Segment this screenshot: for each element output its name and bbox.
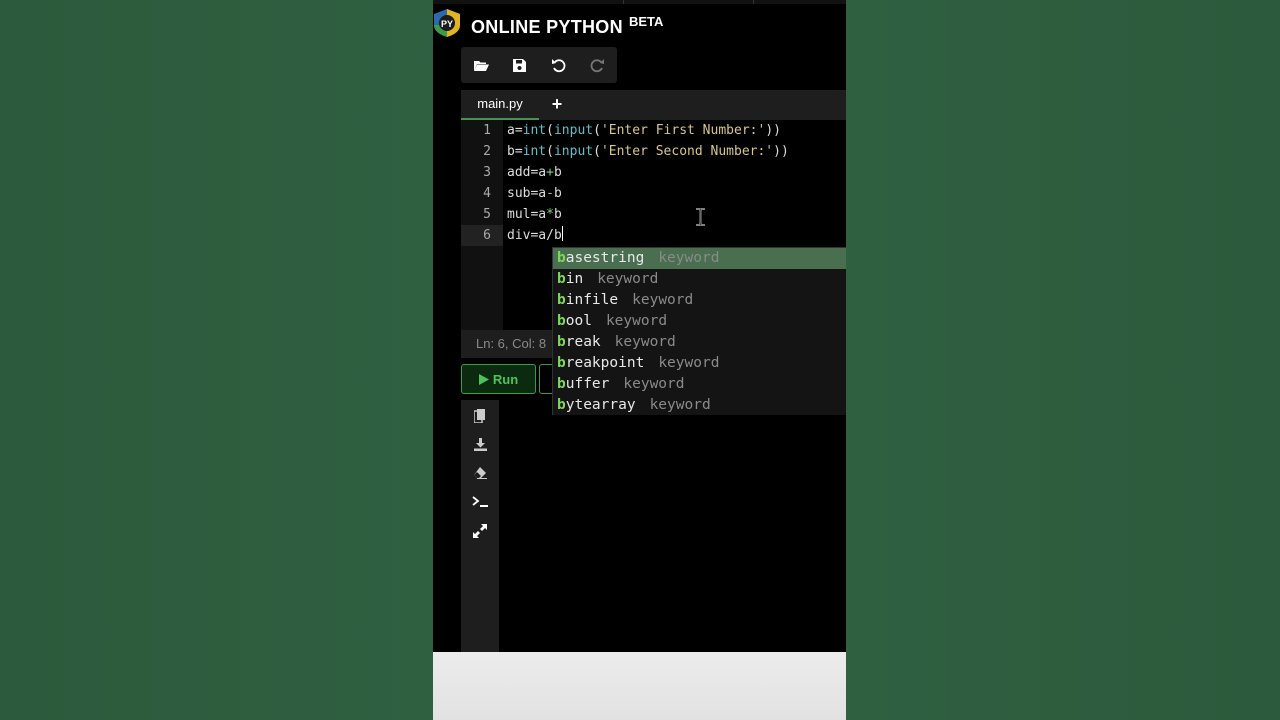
code-line[interactable]: 4 sub=a-b	[461, 183, 846, 204]
code-text: add=a+b	[507, 165, 562, 180]
output-sidebar	[461, 400, 499, 652]
undo-icon	[552, 58, 566, 72]
autocomplete-item[interactable]: breakpoint keyword	[553, 353, 846, 374]
copy-output-button[interactable]	[461, 402, 499, 430]
background-left	[0, 0, 433, 720]
python-logo-icon: PY	[434, 9, 460, 37]
download-output-button[interactable]	[461, 430, 499, 458]
code-text: div=a/b	[507, 226, 563, 243]
download-icon	[473, 437, 487, 451]
fullscreen-button[interactable]	[461, 517, 499, 545]
open-file-button[interactable]	[461, 47, 500, 83]
save-icon	[513, 58, 526, 72]
code-text: mul=a*b	[507, 207, 562, 222]
redo-icon	[590, 58, 604, 72]
play-icon	[478, 373, 489, 385]
beta-badge: BETA	[629, 14, 664, 29]
code-text: b=int(input('Enter Second Number:'))	[507, 144, 789, 159]
ibeam-cursor-icon	[696, 208, 705, 226]
save-button[interactable]	[500, 47, 539, 83]
page-footer	[433, 652, 846, 720]
terminal-icon	[472, 496, 488, 507]
autocomplete-item[interactable]: break keyword	[553, 332, 846, 353]
autocomplete-item[interactable]: bytearray keyword	[553, 395, 846, 416]
redo-button[interactable]	[578, 47, 617, 83]
line-number: 5	[483, 207, 491, 222]
add-tab-button[interactable]: +	[545, 90, 569, 120]
autocomplete-item[interactable]: bool keyword	[553, 311, 846, 332]
clear-output-button[interactable]	[461, 459, 499, 487]
autocomplete-item[interactable]: basestring keyword	[553, 248, 846, 269]
code-text: sub=a-b	[507, 186, 562, 201]
app-header: PY ONLINE PYTHON BETA	[433, 4, 846, 42]
file-tabs: main.py +	[461, 90, 846, 120]
line-number: 1	[483, 123, 491, 138]
run-button[interactable]: Run	[461, 364, 536, 394]
code-line[interactable]: 5 mul=a*b	[461, 204, 846, 225]
copy-icon	[474, 409, 485, 423]
line-number: 4	[483, 186, 491, 201]
tab-main-py[interactable]: main.py	[461, 90, 539, 120]
line-number: 3	[483, 165, 491, 180]
app-window: PY ONLINE PYTHON BETA main.py + 1 a=int(…	[433, 0, 846, 720]
app-title: ONLINE PYTHON	[471, 17, 623, 37]
line-number: 2	[483, 144, 491, 159]
undo-button[interactable]	[539, 47, 578, 83]
logo-text: PY	[441, 19, 453, 29]
code-line-active[interactable]: 6 div=a/b	[461, 225, 846, 246]
terminal-button[interactable]	[461, 488, 499, 516]
code-line[interactable]: 3 add=a+b	[461, 162, 846, 183]
autocomplete-popup: basestring keyword bin keyword binfile keyw…	[552, 247, 846, 415]
run-label: Run	[492, 371, 519, 387]
editor-toolbar	[461, 47, 617, 83]
folder-open-icon	[473, 60, 489, 71]
autocomplete-item[interactable]: bin keyword	[553, 269, 846, 290]
text-cursor	[561, 226, 563, 241]
line-number: 6	[461, 225, 503, 246]
autocomplete-item[interactable]: buffer keyword	[553, 374, 846, 395]
autocomplete-item[interactable]: binfile keyword	[553, 290, 846, 311]
expand-icon	[473, 524, 487, 538]
code-line[interactable]: 1 a=int(input('Enter First Number:'))	[461, 120, 846, 141]
background-right	[846, 0, 1280, 720]
eraser-icon	[474, 467, 487, 479]
code-text: a=int(input('Enter First Number:'))	[507, 123, 781, 138]
code-line[interactable]: 2 b=int(input('Enter Second Number:'))	[461, 141, 846, 162]
